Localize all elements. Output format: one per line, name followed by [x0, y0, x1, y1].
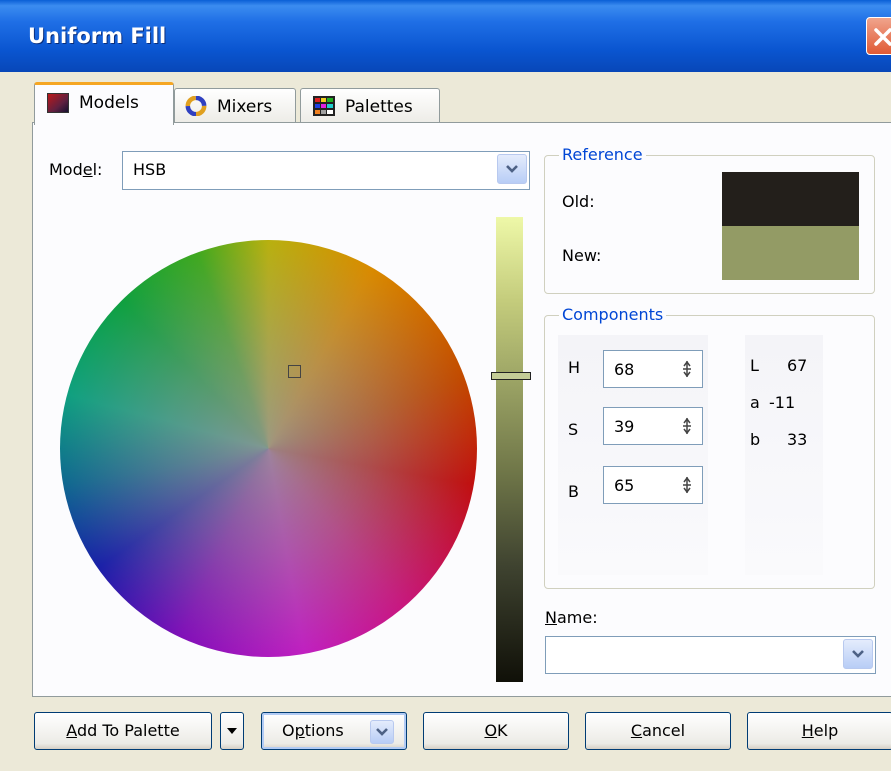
models-icon	[47, 93, 69, 113]
reference-title: Reference	[559, 145, 646, 164]
add-to-palette-menu-button[interactable]	[220, 712, 244, 750]
new-color-swatch	[722, 226, 859, 280]
name-combobox[interactable]	[545, 636, 876, 674]
saturation-label: S	[568, 420, 579, 439]
lab-l-value: 67	[787, 356, 808, 375]
spin-arrows-icon[interactable]	[682, 360, 692, 378]
close-icon	[874, 28, 891, 46]
close-button[interactable]	[866, 17, 891, 55]
options-button[interactable]: Options	[261, 712, 407, 750]
color-wheel[interactable]	[60, 240, 477, 657]
name-dropdown-button[interactable]	[843, 639, 873, 669]
brightness-slider[interactable]	[496, 217, 523, 682]
help-button[interactable]: Help	[747, 712, 891, 750]
new-color-label: New:	[562, 246, 602, 265]
brightness-slider-handle[interactable]	[491, 372, 531, 380]
model-label: Model:	[49, 160, 103, 179]
tab-models-label: Models	[79, 93, 139, 113]
add-to-palette-button[interactable]: Add To Palette	[34, 712, 212, 750]
brightness-label: B	[568, 482, 579, 501]
hue-value: 68	[614, 360, 635, 379]
tab-mixers-label: Mixers	[217, 97, 273, 117]
model-select-value: HSB	[133, 160, 167, 179]
name-label: Name:	[545, 608, 598, 627]
saturation-value: 39	[614, 417, 635, 436]
chevron-down-icon	[227, 728, 237, 734]
lab-b-label: b	[750, 430, 761, 449]
chevron-down-icon	[376, 728, 388, 736]
tab-palettes[interactable]: Palettes	[300, 88, 440, 124]
spin-arrows-icon[interactable]	[682, 417, 692, 435]
window-title: Uniform Fill	[28, 24, 167, 48]
spin-arrows-icon[interactable]	[682, 476, 692, 494]
brightness-spinbox[interactable]: 65	[603, 466, 703, 504]
saturation-spinbox[interactable]: 39	[603, 407, 703, 445]
tab-models[interactable]: Models	[34, 82, 174, 125]
mixers-icon	[185, 96, 207, 116]
lab-a-label: a	[750, 393, 760, 412]
lab-a-value: -11	[769, 393, 796, 412]
lab-b-value: 33	[787, 430, 808, 449]
palettes-icon	[313, 96, 335, 116]
chevron-down-icon	[852, 650, 864, 658]
hue-spinbox[interactable]: 68	[603, 350, 703, 388]
model-dropdown-button[interactable]	[497, 154, 527, 184]
color-wheel-marker[interactable]	[288, 365, 301, 378]
old-color-swatch	[722, 172, 859, 226]
old-color-label: Old:	[562, 192, 595, 211]
components-title: Components	[559, 305, 667, 324]
ok-button[interactable]: OK	[423, 712, 569, 750]
tab-mixers[interactable]: Mixers	[174, 88, 296, 124]
chevron-down-icon	[506, 165, 518, 173]
options-dropdown-arrow	[370, 720, 394, 744]
brightness-value: 65	[614, 476, 635, 495]
lab-l-label: L	[750, 356, 759, 375]
model-select[interactable]: HSB	[122, 151, 530, 190]
title-bar: Uniform Fill	[0, 0, 891, 72]
hue-label: H	[568, 358, 581, 377]
cancel-button[interactable]: Cancel	[585, 712, 731, 750]
tab-palettes-label: Palettes	[345, 97, 413, 117]
